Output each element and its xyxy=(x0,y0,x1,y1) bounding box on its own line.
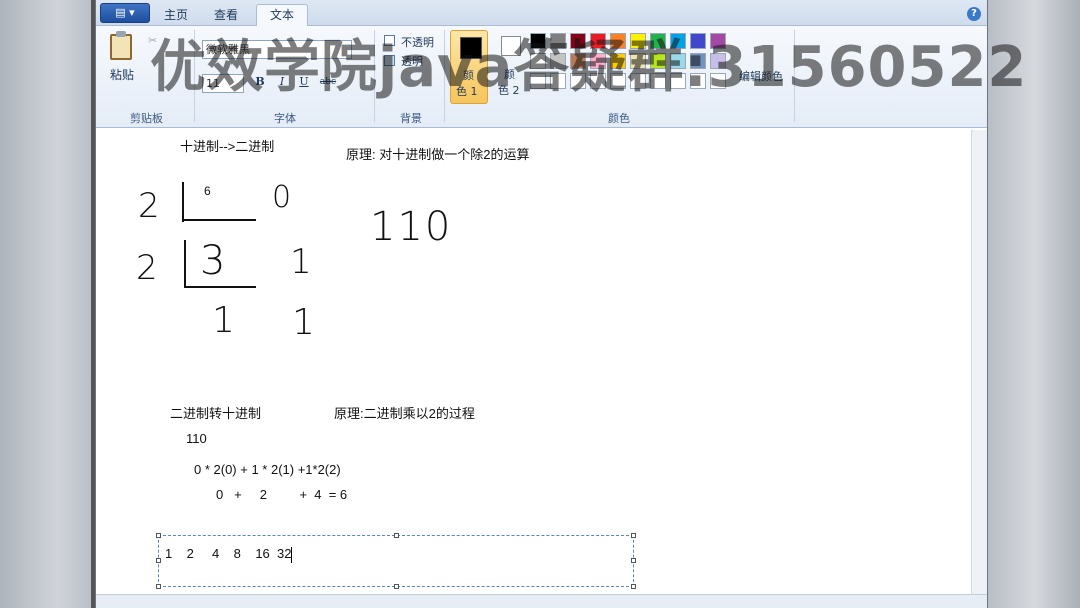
division-bar xyxy=(184,240,186,288)
app-menu-button[interactable]: ▤ ▾ xyxy=(100,3,150,23)
hand-digit-2: 2 xyxy=(138,186,160,226)
hand-digit-1: 1 xyxy=(290,242,312,282)
resize-handle[interactable] xyxy=(631,533,636,538)
drawing-canvas[interactable]: 十进制-->二进制 原理: 对十进制做一个除2的运算 2 6 0 2 3 1 1… xyxy=(104,130,970,592)
background-left xyxy=(0,0,95,608)
hand-result-110: 110 xyxy=(370,204,453,250)
division-bar xyxy=(182,182,184,222)
powers-of-two-value: 1 2 4 8 16 32 xyxy=(165,546,292,561)
background-group-label: 背景 xyxy=(400,112,422,125)
hand-digit-2: 2 xyxy=(136,248,158,288)
text-caret xyxy=(291,546,293,563)
division-line xyxy=(184,286,256,288)
resize-handle[interactable] xyxy=(394,533,399,538)
font-group-label: 字体 xyxy=(274,112,296,125)
resize-handle[interactable] xyxy=(156,533,161,538)
resize-handle[interactable] xyxy=(394,584,399,589)
heading-bin-to-dec: 二进制转十进制 xyxy=(170,406,262,421)
hand-digit-1: 1 xyxy=(292,302,315,343)
text-box-selection[interactable]: 1 2 4 8 16 32 xyxy=(156,533,636,589)
paste-icon[interactable] xyxy=(110,31,132,60)
watermark-text: 优效学院java答疑群:31560522 xyxy=(150,35,1028,100)
conversion-sum: 0 + 2 + 4 = 6 xyxy=(216,487,348,502)
window-edge xyxy=(91,0,95,608)
colors-group-label: 颜色 xyxy=(608,112,630,125)
principle-bin-to-dec: 原理:二进制乘以2的过程 xyxy=(334,406,475,421)
resize-handle[interactable] xyxy=(631,558,636,563)
hand-digit-6: 6 xyxy=(204,184,211,198)
vertical-scrollbar[interactable] xyxy=(971,130,987,594)
powers-of-two-text[interactable]: 1 2 4 8 16 32 xyxy=(165,546,293,563)
hand-digit-3: 3 xyxy=(200,238,226,284)
principle-dec-to-bin: 原理: 对十进制做一个除2的运算 xyxy=(346,147,530,162)
hand-digit-1: 1 xyxy=(212,300,235,341)
binary-number: 110 xyxy=(186,431,207,446)
resize-handle[interactable] xyxy=(631,584,636,589)
conversion-formula: 0 * 2(0) + 1 * 2(1) +1*2(2) xyxy=(194,462,341,477)
help-icon[interactable]: ? xyxy=(967,7,981,21)
horizontal-scrollbar[interactable] xyxy=(96,594,987,608)
resize-handle[interactable] xyxy=(156,584,161,589)
resize-handle[interactable] xyxy=(156,558,161,563)
hand-digit-0: 0 xyxy=(272,180,292,215)
heading-dec-to-bin: 十进制-->二进制 xyxy=(180,139,275,154)
paste-button[interactable]: 粘贴 xyxy=(110,66,134,83)
clipboard-group-label: 剪贴板 xyxy=(130,112,163,125)
division-line xyxy=(184,219,256,221)
